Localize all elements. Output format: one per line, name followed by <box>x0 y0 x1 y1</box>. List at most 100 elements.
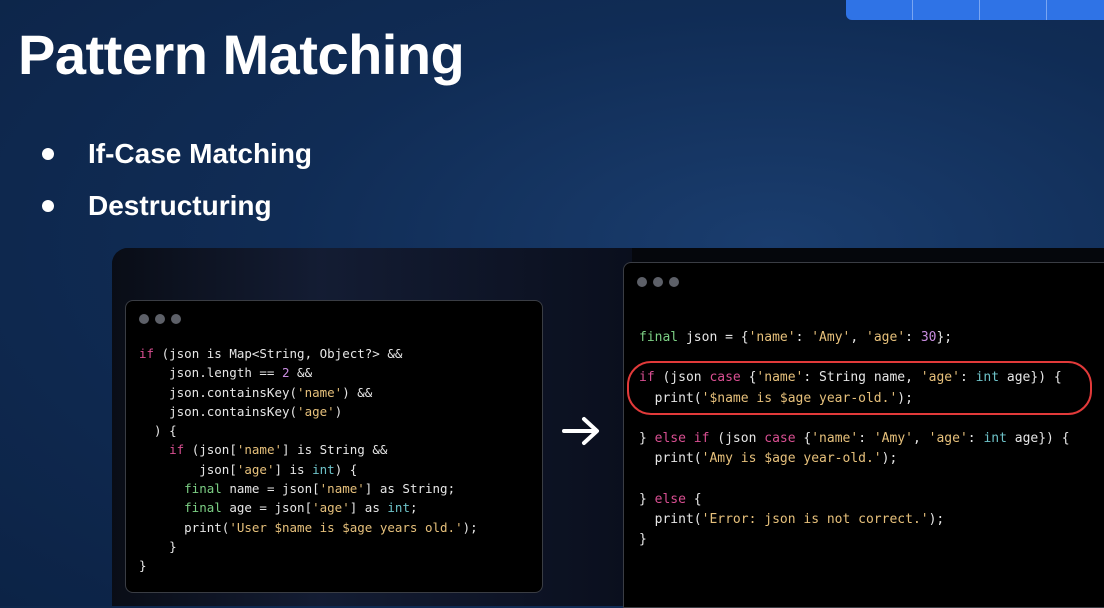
window-dots-icon <box>139 314 181 324</box>
code-line: json.containsKey('name') && <box>139 383 478 402</box>
code-token: ) <box>334 403 343 419</box>
code-token: print( <box>639 511 702 527</box>
code-token: : <box>905 330 921 345</box>
code-token: : <box>795 330 812 345</box>
code-token: ); <box>928 511 945 527</box>
bullet-text: Destructuring <box>88 190 272 221</box>
code-token: json.containsKey( <box>139 384 298 400</box>
code-token: age}) { <box>1006 431 1070 447</box>
code-line: print('Error: json is not correct.'); <box>639 510 1070 530</box>
code-token: int <box>387 500 410 516</box>
bullet-dot-icon <box>42 200 54 212</box>
code-block-before: if (json is Map<String, Object?> && json… <box>139 344 478 576</box>
bullet-item: If-Case Matching <box>42 128 312 180</box>
code-token: json.length == <box>139 365 282 381</box>
code-token: ); <box>462 519 478 535</box>
highlight-outline <box>627 361 1092 415</box>
code-token: : <box>967 431 984 447</box>
code-token: 'name' <box>236 442 283 458</box>
code-token: else <box>654 491 686 507</box>
code-token: 2 <box>282 365 290 381</box>
code-line: print('User $name is $age years old.'); <box>139 518 478 537</box>
code-token: } <box>639 532 647 548</box>
slide-title: Pattern Matching <box>18 23 465 86</box>
code-line: print('Amy is $age year-old.'); <box>639 449 1070 469</box>
code-token: ) { <box>334 461 358 477</box>
code-line: json.length == 2 && <box>139 363 478 382</box>
code-token: final <box>184 481 222 497</box>
code-line: json.containsKey('age') <box>139 402 478 421</box>
code-token: }; <box>936 330 953 345</box>
code-token: final <box>639 330 679 345</box>
code-line: } <box>139 537 478 556</box>
code-token: 'Error: json is not correct.' <box>701 511 929 527</box>
code-line: } <box>639 530 1070 550</box>
code-token: 'Amy' <box>873 431 913 447</box>
right-arrow-icon <box>562 414 602 448</box>
bullet-dot-icon <box>42 148 54 160</box>
code-token: ) { <box>139 423 177 439</box>
code-line: } else if (json case {'name': 'Amy', 'ag… <box>639 429 1070 449</box>
code-token: && <box>289 365 313 381</box>
code-token: json = { <box>678 330 749 345</box>
code-token: int <box>983 431 1007 447</box>
code-token: 'age' <box>312 500 350 516</box>
code-token: (json <box>709 431 765 447</box>
decorative-top-bar <box>846 0 1104 20</box>
code-token: ; <box>409 500 418 516</box>
code-token: 'name' <box>811 431 859 447</box>
code-line: } <box>139 556 478 575</box>
bullet-list: If-Case Matching Destructuring <box>42 128 312 232</box>
code-token: name = json[ <box>221 481 320 497</box>
code-token: 'User $name is $age years old.' <box>229 519 463 535</box>
code-line: ) { <box>139 421 478 440</box>
code-token: } <box>639 491 655 507</box>
code-token: (json[ <box>184 442 237 458</box>
code-line: if (json['name'] is String && <box>139 440 478 459</box>
code-line: if (json is Map<String, Object?> && <box>139 344 478 363</box>
code-token: ] as String; <box>364 481 456 497</box>
code-token: 'Amy is $age year-old.' <box>701 451 882 467</box>
code-token: 30 <box>920 330 937 345</box>
code-line: final age = json['age'] as int; <box>139 498 478 517</box>
code-token: , <box>912 431 929 447</box>
code-token: 'name' <box>748 330 796 345</box>
code-token: } <box>639 431 655 447</box>
code-line: json['age'] is int) { <box>139 460 478 479</box>
code-line: final json = {'name': 'Amy', 'age': 30}; <box>639 328 1070 348</box>
code-line: } else { <box>639 490 1070 510</box>
code-token: ] as <box>349 500 388 516</box>
code-token: ) && <box>342 384 373 400</box>
code-token: } <box>139 558 147 574</box>
code-token: 'age' <box>928 431 968 447</box>
code-token: final <box>184 500 222 516</box>
code-token: int <box>312 461 335 477</box>
code-token: json[ <box>139 461 237 477</box>
code-token: 'name' <box>297 384 343 400</box>
code-token: , <box>850 330 867 345</box>
code-line: final name = json['name'] as String; <box>139 479 478 498</box>
code-token: print( <box>639 451 702 467</box>
code-token: { <box>685 491 702 507</box>
code-token: if <box>169 442 185 458</box>
window-dots-icon <box>637 277 679 287</box>
code-token: 'age' <box>236 461 275 477</box>
code-token: : <box>858 431 874 447</box>
code-token: (json is Map<String, Object?> && <box>154 346 403 361</box>
code-token: 'Amy' <box>811 330 851 345</box>
code-token: json.containsKey( <box>139 403 298 419</box>
bullet-text: If-Case Matching <box>88 138 313 169</box>
code-token: ] is String && <box>282 442 388 458</box>
code-token: case <box>764 431 796 447</box>
code-token: ); <box>881 451 898 467</box>
code-token: else if <box>654 431 710 447</box>
code-token: age = json[ <box>221 500 313 516</box>
code-token: print( <box>139 519 230 535</box>
code-token: 'name' <box>319 481 365 497</box>
code-token: } <box>139 538 177 554</box>
code-token: 'age' <box>297 403 335 419</box>
